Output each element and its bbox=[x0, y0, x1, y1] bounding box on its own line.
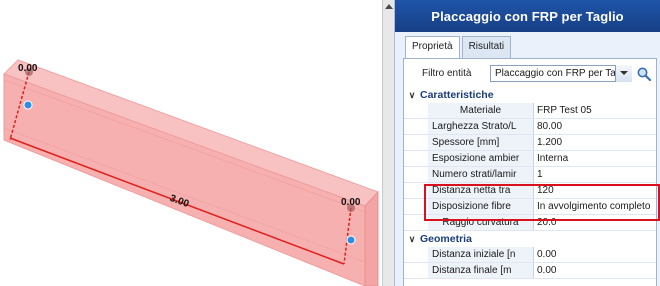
property-row[interactable]: Materiale FRP Test 05 bbox=[404, 103, 656, 119]
property-name: Larghezza Strato/L bbox=[428, 119, 534, 134]
property-name: Esposizione ambier bbox=[428, 151, 534, 166]
panel-tabs: Proprietà Risultati bbox=[405, 36, 513, 59]
property-row[interactable]: Distanza iniziale [n 0.00 bbox=[404, 247, 656, 263]
property-name: Numero strati/lamir bbox=[428, 167, 534, 182]
property-name: Materiale bbox=[428, 103, 534, 118]
model-viewport[interactable]: 0.00 0.00 3.00 bbox=[0, 0, 382, 286]
property-value[interactable]: 1.200 bbox=[534, 135, 656, 150]
viewport-scrollbar[interactable] bbox=[382, 0, 394, 286]
section-title: Caratteristiche bbox=[420, 89, 494, 101]
magnifier-icon[interactable] bbox=[636, 66, 652, 82]
beam-end-face bbox=[364, 190, 379, 286]
property-name: Distanza finale [m bbox=[428, 263, 534, 278]
collapse-icon[interactable]: ∨ bbox=[404, 90, 420, 101]
highlight-box bbox=[424, 184, 660, 221]
entity-filter-row: Filtro entità Placcaggio con FRP per Tag… bbox=[404, 65, 656, 83]
property-value[interactable]: Interna bbox=[534, 151, 656, 166]
collapse-icon[interactable]: ∨ bbox=[404, 234, 420, 245]
tab-proprieta[interactable]: Proprietà bbox=[405, 36, 460, 59]
property-row[interactable]: Spessore [mm] 1.200 bbox=[404, 135, 656, 151]
chevron-down-icon[interactable] bbox=[615, 65, 632, 82]
property-panel: Placcaggio con FRP per Taglio Proprietà … bbox=[394, 0, 660, 286]
property-row[interactable]: Numero strati/lamir 1 bbox=[404, 167, 656, 183]
property-value[interactable]: 0.00 bbox=[534, 263, 656, 278]
right-offset-label: 0.00 bbox=[341, 197, 361, 208]
entity-filter-value: Placcaggio con FRP per Tagl bbox=[495, 68, 624, 79]
property-name: Spessore [mm] bbox=[428, 135, 534, 150]
panel-title: Placcaggio con FRP per Taglio bbox=[395, 0, 660, 32]
tab-risultati[interactable]: Risultati bbox=[461, 36, 512, 58]
left-blue-marker[interactable] bbox=[23, 100, 33, 110]
property-name: Distanza iniziale [n bbox=[428, 247, 534, 262]
property-value[interactable]: FRP Test 05 bbox=[534, 103, 656, 118]
property-row[interactable]: Esposizione ambier Interna bbox=[404, 151, 656, 167]
property-row[interactable]: Distanza finale [m 0.00 bbox=[404, 263, 656, 279]
right-blue-marker[interactable] bbox=[346, 235, 356, 245]
property-value[interactable]: 0.00 bbox=[534, 247, 656, 262]
property-value[interactable]: 1 bbox=[534, 167, 656, 182]
scroll-up-icon[interactable] bbox=[385, 4, 393, 9]
beam-3d-view bbox=[3, 59, 379, 286]
properties-content: Filtro entità Placcaggio con FRP per Tag… bbox=[403, 58, 657, 286]
entity-filter-select[interactable]: Placcaggio con FRP per Tagl bbox=[490, 65, 632, 82]
entity-filter-label: Filtro entità bbox=[422, 68, 472, 79]
property-grid: ∨ Caratteristiche Materiale FRP Test 05 … bbox=[404, 87, 656, 279]
section-caratteristiche[interactable]: ∨ Caratteristiche bbox=[404, 87, 656, 103]
section-geometria[interactable]: ∨ Geometria bbox=[404, 231, 656, 247]
left-offset-label: 0.00 bbox=[18, 63, 38, 74]
property-value[interactable]: 80.00 bbox=[534, 119, 656, 134]
section-title: Geometria bbox=[420, 233, 472, 245]
property-row[interactable]: Larghezza Strato/L 80.00 bbox=[404, 119, 656, 135]
